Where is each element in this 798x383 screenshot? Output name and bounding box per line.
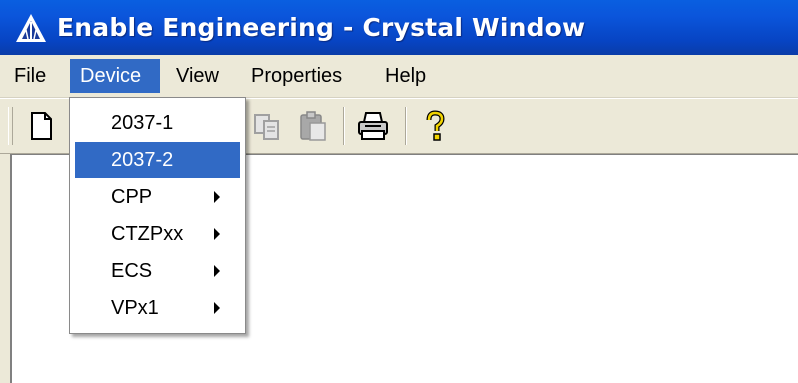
device-menu-item-2037-2[interactable]: 2037-2 <box>75 142 240 178</box>
menu-device[interactable]: Device <box>70 59 160 93</box>
menu-item-label: ECS <box>111 260 153 282</box>
submenu-arrow-icon <box>214 302 220 314</box>
device-menu: 2037-1 2037-2 CPP CTZPxx ECS VPx1 <box>69 97 246 334</box>
device-menu-item-ecs[interactable]: ECS <box>75 253 240 289</box>
title-bar[interactable]: Enable Engineering - Crystal Window <box>0 0 798 55</box>
print-icon[interactable] <box>356 109 390 143</box>
device-menu-item-ctzpxx[interactable]: CTZPxx <box>75 216 240 252</box>
menu-properties[interactable]: Properties <box>243 59 365 93</box>
toolbar-grip[interactable] <box>8 107 13 145</box>
device-menu-item-vpx1[interactable]: VPx1 <box>75 290 240 326</box>
new-document-icon[interactable] <box>24 109 58 143</box>
copy-icon[interactable] <box>250 109 284 143</box>
help-icon[interactable] <box>418 109 452 143</box>
device-menu-item-2037-1[interactable]: 2037-1 <box>75 105 240 141</box>
menu-item-label: CTZPxx <box>111 223 184 245</box>
menu-item-label: 2037-2 <box>111 149 174 171</box>
menu-item-label: CPP <box>111 186 153 208</box>
paste-icon[interactable] <box>296 109 330 143</box>
toolbar-separator <box>405 107 407 145</box>
menu-item-label: 2037-1 <box>111 112 174 134</box>
menu-item-label: VPx1 <box>111 297 159 319</box>
menu-view[interactable]: View <box>168 59 234 93</box>
menu-bar: File Device View Properties Help <box>0 55 798 98</box>
menu-help[interactable]: Help <box>377 59 439 93</box>
submenu-arrow-icon <box>214 228 220 240</box>
window-title: Enable Engineering - Crystal Window <box>57 13 586 42</box>
submenu-arrow-icon <box>214 265 220 277</box>
toolbar-separator <box>343 107 345 145</box>
submenu-arrow-icon <box>214 191 220 203</box>
triangle-logo-icon <box>16 13 46 42</box>
device-menu-item-cpp[interactable]: CPP <box>75 179 240 215</box>
menu-file[interactable]: File <box>6 59 52 93</box>
